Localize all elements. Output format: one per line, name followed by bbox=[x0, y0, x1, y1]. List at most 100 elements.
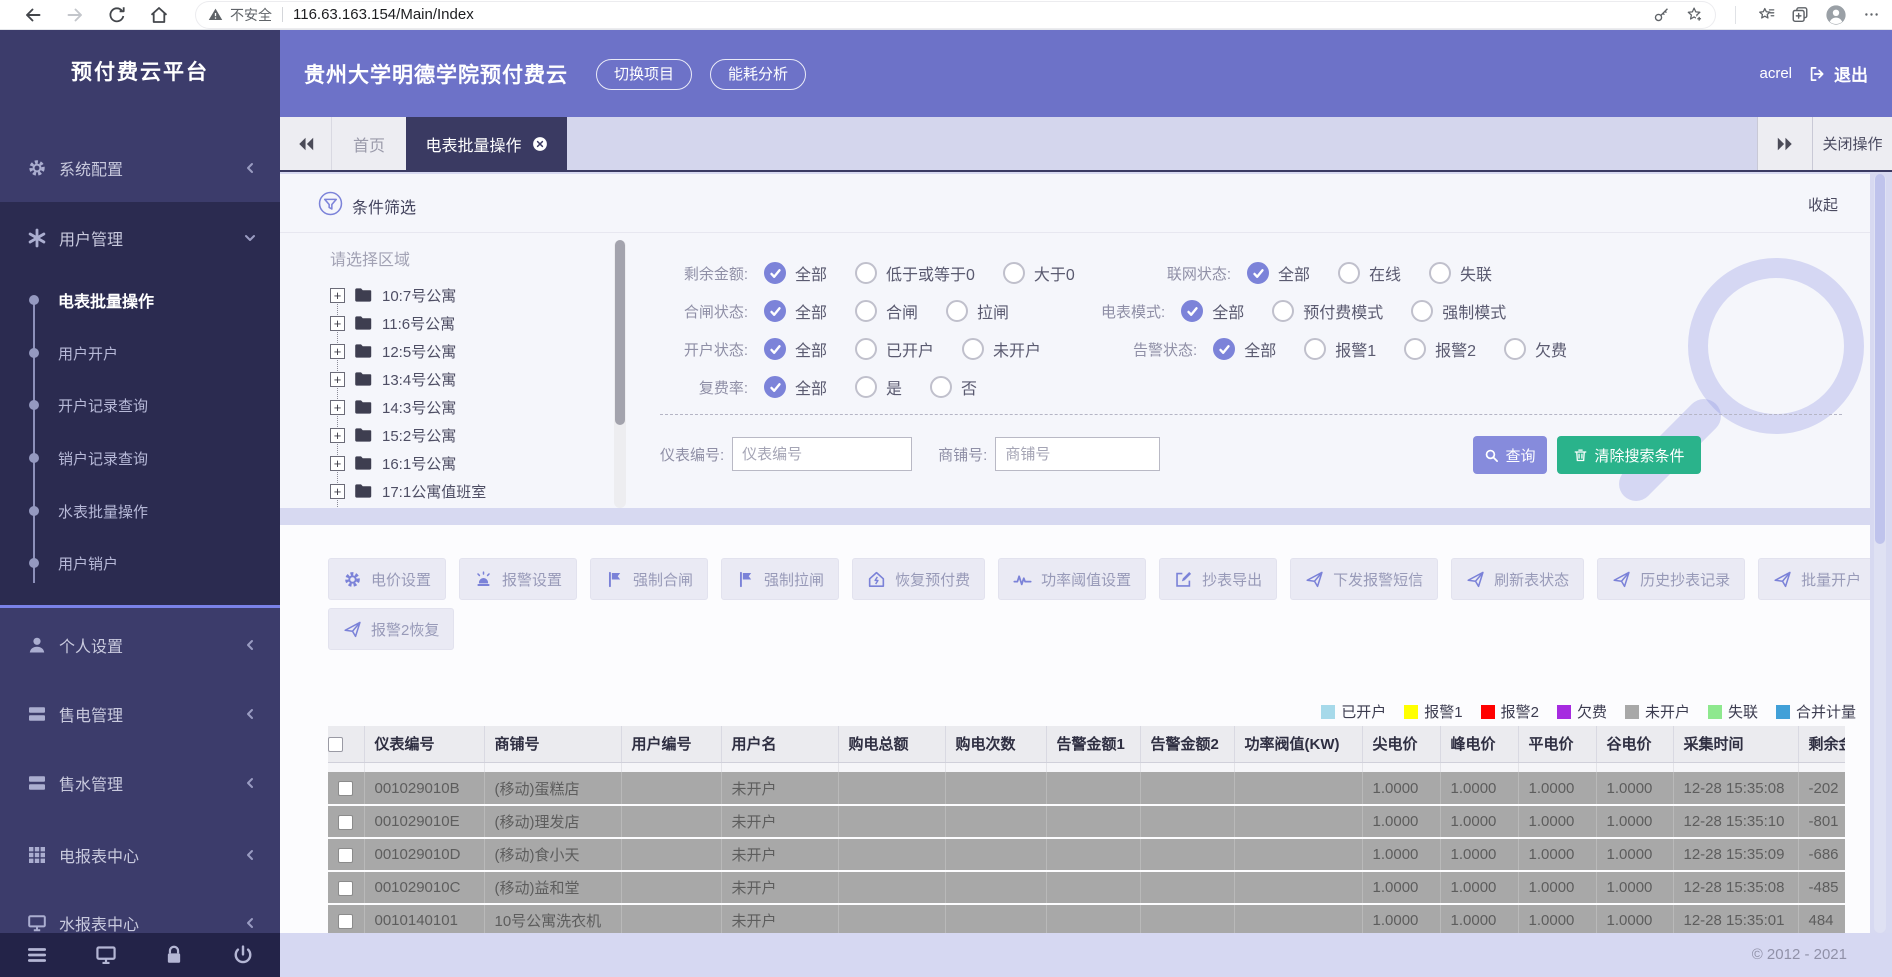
toolbar-button-报警设置[interactable]: 报警设置 bbox=[459, 558, 577, 600]
radio-option-欠费[interactable]: 欠费 bbox=[1504, 337, 1567, 361]
radio-checked-icon[interactable] bbox=[1247, 262, 1269, 284]
tree-expand-icon[interactable]: + bbox=[330, 316, 345, 331]
clear-search-button[interactable]: 清除搜索条件 bbox=[1557, 436, 1701, 474]
radio-icon[interactable] bbox=[930, 376, 952, 398]
refresh-icon[interactable] bbox=[107, 5, 127, 25]
radio-checked-icon[interactable] bbox=[764, 300, 786, 322]
row-checkbox[interactable] bbox=[338, 781, 353, 796]
toolbar-button-下发报警短信[interactable]: 下发报警短信 bbox=[1290, 558, 1438, 600]
toolbar-button-历史抄表记录[interactable]: 历史抄表记录 bbox=[1597, 558, 1745, 600]
radio-option-强制模式[interactable]: 强制模式 bbox=[1411, 299, 1506, 323]
toolbar-button-刷新表状态[interactable]: 刷新表状态 bbox=[1451, 558, 1584, 600]
toolbar-button-功率阈值设置[interactable]: 功率阈值设置 bbox=[998, 558, 1146, 600]
logout-icon[interactable] bbox=[1808, 65, 1826, 83]
radio-icon[interactable] bbox=[855, 262, 877, 284]
tree-node[interactable]: +16:1号公寓 bbox=[330, 452, 610, 474]
radio-option-未开户[interactable]: 未开户 bbox=[962, 337, 1041, 361]
sidebar-item-个人设置[interactable]: 个人设置 bbox=[0, 625, 280, 665]
close-operations-button[interactable]: 关闭操作 bbox=[1812, 117, 1892, 170]
sidebar-subitem-开户记录查询[interactable]: 开户记录查询 bbox=[0, 388, 280, 422]
radio-option-全部[interactable]: 全部 bbox=[1247, 261, 1310, 285]
shop-no-input[interactable] bbox=[995, 437, 1160, 471]
radio-option-全部[interactable]: 全部 bbox=[764, 261, 827, 285]
forward-icon[interactable] bbox=[65, 5, 85, 25]
radio-icon[interactable] bbox=[946, 300, 968, 322]
tree-node[interactable]: +12:5号公寓 bbox=[330, 340, 610, 362]
logout-button[interactable]: 退出 bbox=[1834, 61, 1868, 86]
radio-option-预付费模式[interactable]: 预付费模式 bbox=[1272, 299, 1383, 323]
radio-icon[interactable] bbox=[1429, 262, 1451, 284]
radio-icon[interactable] bbox=[855, 300, 877, 322]
tree-node[interactable]: +11:6号公寓 bbox=[330, 312, 610, 334]
radio-icon[interactable] bbox=[1411, 300, 1433, 322]
radio-icon[interactable] bbox=[1304, 338, 1326, 360]
tree-scrollbar-thumb[interactable] bbox=[615, 240, 625, 425]
radio-option-全部[interactable]: 全部 bbox=[1181, 299, 1244, 323]
radio-option-合闸[interactable]: 合闸 bbox=[855, 299, 918, 323]
radio-option-在线[interactable]: 在线 bbox=[1338, 261, 1401, 285]
radio-option-全部[interactable]: 全部 bbox=[1213, 337, 1276, 361]
row-checkbox[interactable] bbox=[338, 848, 353, 863]
toolbar-button-电价设置[interactable]: 电价设置 bbox=[328, 558, 446, 600]
toolbar-button-批量开户[interactable]: 批量开户 bbox=[1758, 558, 1870, 600]
radio-checked-icon[interactable] bbox=[764, 262, 786, 284]
tree-expand-icon[interactable]: + bbox=[330, 456, 345, 471]
back-icon[interactable] bbox=[23, 5, 43, 25]
password-key-icon[interactable] bbox=[1653, 6, 1670, 23]
lock-icon[interactable] bbox=[163, 944, 185, 966]
tree-expand-icon[interactable]: + bbox=[330, 428, 345, 443]
radio-option-失联[interactable]: 失联 bbox=[1429, 261, 1492, 285]
radio-icon[interactable] bbox=[1003, 262, 1025, 284]
more-menu-icon[interactable] bbox=[1863, 6, 1880, 23]
radio-icon[interactable] bbox=[855, 376, 877, 398]
collapse-filter-button[interactable]: 收起 bbox=[1808, 194, 1838, 215]
menu-icon[interactable] bbox=[26, 944, 48, 966]
select-all-checkbox[interactable] bbox=[328, 737, 343, 752]
tree-expand-icon[interactable]: + bbox=[330, 484, 345, 499]
radio-option-低于或等于0[interactable]: 低于或等于0 bbox=[855, 261, 975, 285]
tree-node[interactable]: +13:4号公寓 bbox=[330, 368, 610, 390]
radio-option-报警2[interactable]: 报警2 bbox=[1404, 337, 1476, 361]
sidebar-item-售电管理[interactable]: 售电管理 bbox=[0, 694, 280, 734]
tree-expand-icon[interactable]: + bbox=[330, 400, 345, 415]
header-pill-能耗分析[interactable]: 能耗分析 bbox=[710, 59, 806, 90]
monitor-icon[interactable] bbox=[95, 944, 117, 966]
toolbar-button-恢复预付费[interactable]: 恢复预付费 bbox=[852, 558, 985, 600]
radio-icon[interactable] bbox=[1272, 300, 1294, 322]
tree-expand-icon[interactable]: + bbox=[330, 372, 345, 387]
tree-expand-icon[interactable]: + bbox=[330, 344, 345, 359]
favorites-bar-icon[interactable] bbox=[1758, 6, 1775, 23]
tab-home[interactable]: 首页 bbox=[332, 117, 406, 170]
meter-no-input[interactable] bbox=[732, 437, 912, 471]
radio-icon[interactable] bbox=[1404, 338, 1426, 360]
sidebar-item-用户管理[interactable]: 用户管理 bbox=[0, 218, 280, 258]
toolbar-button-强制拉闸[interactable]: 强制拉闸 bbox=[721, 558, 839, 600]
radio-checked-icon[interactable] bbox=[1181, 300, 1203, 322]
radio-checked-icon[interactable] bbox=[1213, 338, 1235, 360]
radio-option-否[interactable]: 否 bbox=[930, 375, 977, 399]
row-checkbox[interactable] bbox=[338, 914, 353, 929]
sidebar-subitem-用户销户[interactable]: 用户销户 bbox=[0, 546, 280, 580]
home-icon[interactable] bbox=[149, 5, 169, 25]
radio-option-全部[interactable]: 全部 bbox=[764, 299, 827, 323]
radio-icon[interactable] bbox=[1338, 262, 1360, 284]
tabs-scroll-right-button[interactable] bbox=[1757, 117, 1812, 170]
radio-checked-icon[interactable] bbox=[764, 376, 786, 398]
radio-icon[interactable] bbox=[962, 338, 984, 360]
sidebar-subitem-电表批量操作[interactable]: 电表批量操作 bbox=[0, 283, 280, 317]
tree-node[interactable]: +17:1公寓值班室 bbox=[330, 480, 610, 502]
power-icon[interactable] bbox=[232, 944, 254, 966]
tree-node[interactable]: +10:7号公寓 bbox=[330, 284, 610, 306]
radio-option-全部[interactable]: 全部 bbox=[764, 337, 827, 361]
radio-icon[interactable] bbox=[855, 338, 877, 360]
toolbar-button-强制合闸[interactable]: 强制合闸 bbox=[590, 558, 708, 600]
toolbar-button-报警2恢复[interactable]: 报警2恢复 bbox=[328, 608, 454, 650]
radio-icon[interactable] bbox=[1504, 338, 1526, 360]
sidebar-subitem-用户开户[interactable]: 用户开户 bbox=[0, 336, 280, 370]
collections-icon[interactable] bbox=[1791, 6, 1809, 24]
tabs-scroll-left-button[interactable] bbox=[280, 117, 332, 170]
content-scrollbar-thumb[interactable] bbox=[1875, 174, 1885, 544]
profile-avatar-icon[interactable] bbox=[1825, 4, 1847, 26]
tree-node[interactable]: +15:2号公寓 bbox=[330, 424, 610, 446]
tab-close-icon[interactable] bbox=[532, 136, 548, 152]
